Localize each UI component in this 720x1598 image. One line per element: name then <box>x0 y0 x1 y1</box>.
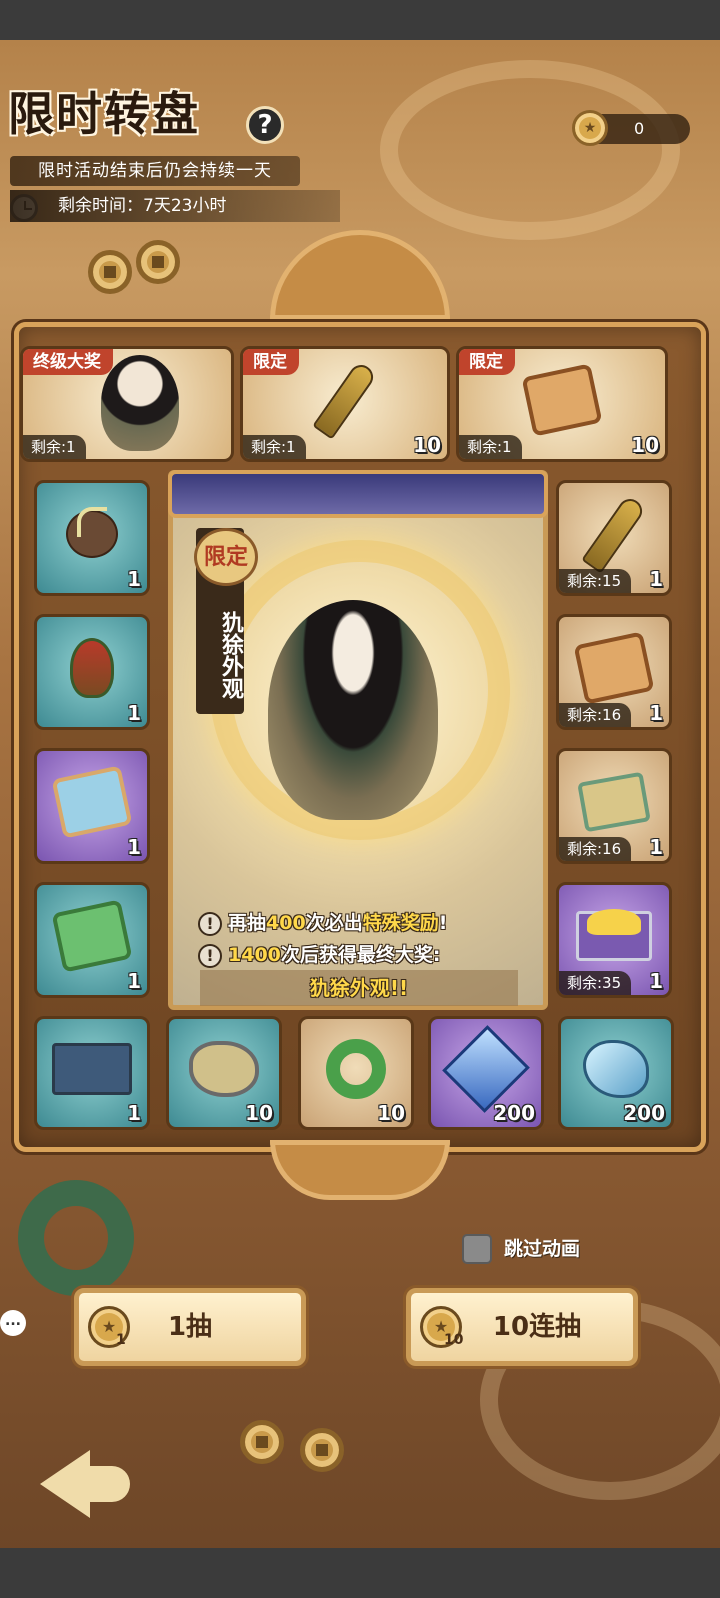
chat-icon[interactable]: ... <box>0 1310 26 1336</box>
jade-pendant-deco <box>18 1180 134 1296</box>
remaining-label: 剩余:1 <box>23 435 86 459</box>
jade-spoon-icon <box>577 771 651 832</box>
golden-key-icon <box>581 493 647 574</box>
back-arrow-icon <box>40 1450 90 1518</box>
flame-icon <box>587 909 641 936</box>
page-title: 限时转盘 <box>8 87 200 141</box>
skip-animation-toggle[interactable]: 跳过动画 <box>462 1232 580 1266</box>
sprout-icon <box>77 507 107 538</box>
item-count: 10 <box>377 1101 405 1125</box>
prize-spirit-stone[interactable]: 200 <box>558 1016 674 1130</box>
prize-mystery-chest[interactable]: 1 <box>34 1016 150 1130</box>
item-count: 200 <box>493 1101 535 1125</box>
timer-label: 剩余时间： <box>58 196 143 216</box>
remaining-label: 剩余:16 <box>559 703 632 727</box>
spirit-stone-icon <box>583 1039 649 1098</box>
help-icon[interactable]: ? <box>246 106 284 144</box>
prize-ticket[interactable]: 剩余:16 1 <box>556 614 672 730</box>
hero-avatar-icon <box>101 355 179 451</box>
back-button[interactable] <box>30 1440 130 1520</box>
item-count: 10 <box>631 433 659 457</box>
gold-ticket-icon <box>521 362 603 437</box>
mystery-chest-icon <box>52 1042 132 1095</box>
cloud-swirl-deco <box>380 60 680 240</box>
pity-text: 次后获得最终大奖: <box>280 944 441 966</box>
draw-1-label: 1抽 <box>167 1312 213 1342</box>
item-count: 1 <box>649 567 663 591</box>
coin-deco <box>136 240 180 284</box>
remaining-label: 剩余:35 <box>559 971 632 995</box>
final-reward-text: 犰狳外观!! <box>200 970 518 1006</box>
limited-badge: 限定 <box>194 528 258 586</box>
item-count: 1 <box>127 567 141 591</box>
prize-crystal[interactable]: 200 <box>428 1016 544 1130</box>
pity-text: ! <box>438 912 448 934</box>
item-count: 10 <box>413 433 441 457</box>
prize-blue-scroll[interactable]: 1 <box>34 748 150 864</box>
prize-tag: 限定 <box>459 349 515 375</box>
blue-crystal-icon <box>442 1024 530 1113</box>
gold-ticket-icon <box>573 630 655 705</box>
prize-key[interactable]: 剩余:15 1 <box>556 480 672 596</box>
prize-spoon[interactable]: 剩余:16 1 <box>556 748 672 864</box>
remaining-time: 剩余时间：7天23小时 <box>10 190 340 222</box>
coin-deco <box>240 1420 284 1464</box>
exclamation-icon: ! <box>198 911 222 936</box>
scroll-header-deco <box>168 470 548 518</box>
item-count: 1 <box>127 1101 141 1125</box>
remaining-label: 剩余:1 <box>459 435 522 459</box>
navigation-bar <box>0 1548 720 1598</box>
hero-figure-icon <box>268 600 438 820</box>
remaining-label: 剩余:15 <box>559 569 632 593</box>
item-count: 200 <box>623 1101 665 1125</box>
item-count: 1 <box>127 969 141 993</box>
ore-rock-icon <box>189 1040 259 1097</box>
special-reward-text: 特殊奖励 <box>362 912 439 934</box>
green-scroll-icon <box>51 898 133 973</box>
coin-deco <box>300 1428 344 1472</box>
item-count: 10 <box>245 1101 273 1125</box>
prize-grand[interactable]: 终级大奖 剩余:1 <box>20 346 234 462</box>
skip-animation-checkbox[interactable] <box>462 1234 492 1264</box>
item-count: 1 <box>649 701 663 725</box>
subtitle: 限时活动结束后仍会持续一天 <box>10 156 300 186</box>
coin-icon <box>572 110 608 146</box>
prize-limited-ticket[interactable]: 限定 剩余:1 10 <box>456 346 668 462</box>
item-count: 1 <box>127 835 141 859</box>
remaining-label: 剩余:1 <box>243 435 306 459</box>
prize-ore[interactable]: 10 <box>166 1016 282 1130</box>
back-arrow-tail <box>84 1466 130 1502</box>
pity-number: 400 <box>266 912 306 934</box>
blue-scroll-icon <box>51 764 133 839</box>
prize-seed[interactable]: 1 <box>34 480 150 596</box>
pity-text: 再抽 <box>228 912 267 934</box>
draw-10-cost: 10 <box>444 1332 464 1348</box>
draw-10-label: 10连抽 <box>492 1312 582 1342</box>
pity-info-1: ! 再抽400次必出特殊奖励! <box>198 908 447 936</box>
prize-limited-key[interactable]: 限定 剩余:1 10 <box>240 346 450 462</box>
prize-tag: 限定 <box>243 349 299 375</box>
prize-bud[interactable]: 1 <box>34 614 150 730</box>
timer-value: 7天23小时 <box>143 196 227 216</box>
skip-animation-label: 跳过动画 <box>504 1238 581 1260</box>
item-count: 1 <box>649 835 663 859</box>
status-bar <box>0 0 720 40</box>
flower-bud-icon <box>70 637 114 698</box>
prize-jade-ring[interactable]: 10 <box>298 1016 414 1130</box>
jade-ring-icon <box>326 1038 386 1099</box>
item-count: 1 <box>127 701 141 725</box>
pity-info-2: ! 1400次后获得最终大奖: <box>198 940 441 968</box>
final-pity-number: 1400 <box>228 944 281 966</box>
remaining-label: 剩余:16 <box>559 837 632 861</box>
item-count: 1 <box>649 969 663 993</box>
exclamation-icon: ! <box>198 943 222 968</box>
golden-key-icon <box>312 359 378 440</box>
prize-green-scroll[interactable]: 1 <box>34 882 150 998</box>
draw-1-cost: 1 <box>116 1332 126 1348</box>
prize-flame-chest[interactable]: 剩余:35 1 <box>556 882 672 998</box>
coin-deco <box>88 250 132 294</box>
pity-text: 次必出 <box>305 912 363 934</box>
prize-tag: 终级大奖 <box>23 349 113 375</box>
